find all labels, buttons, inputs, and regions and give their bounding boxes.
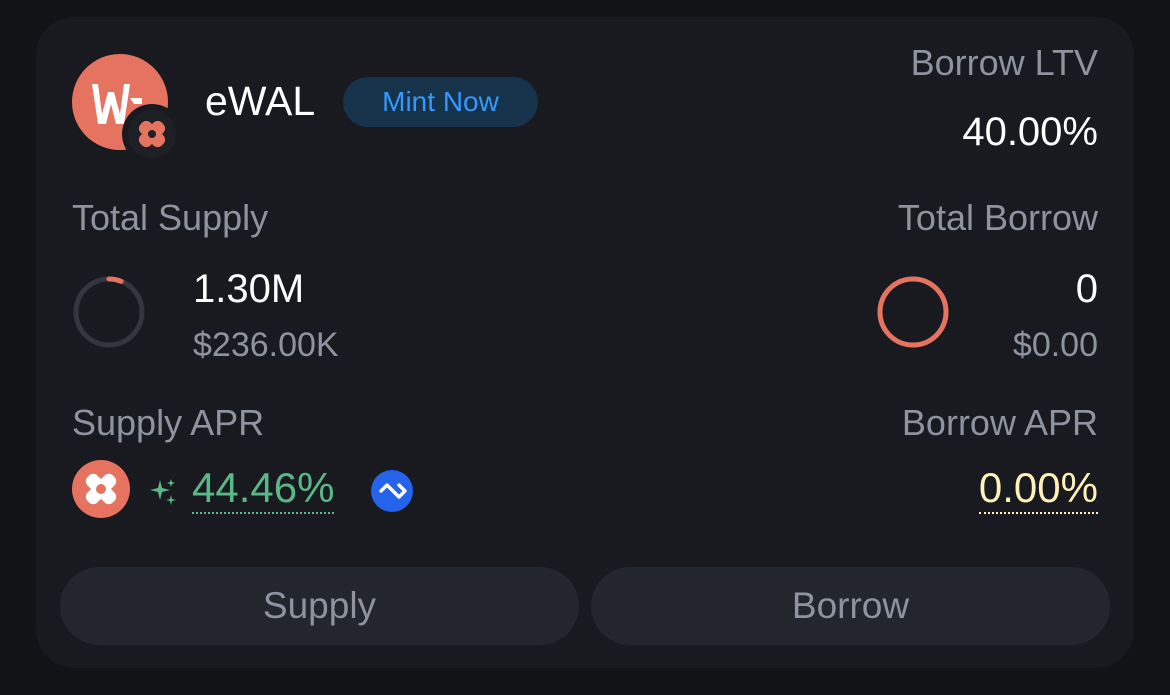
reward-token-icon <box>72 460 130 518</box>
borrow-ltv-value: 40.00% <box>962 110 1098 154</box>
borrow-apr-label: Borrow APR <box>901 402 1098 443</box>
borrow-utilization-ring <box>877 276 949 348</box>
supply-apr-value[interactable]: 44.46% <box>192 464 335 514</box>
market-card: eWAL Mint Now Borrow LTV 40.00% Total Su… <box>36 17 1134 668</box>
asset-name: eWAL <box>205 78 316 124</box>
borrow-apr-value[interactable]: 0.00% <box>978 464 1098 514</box>
ewal-logo-icon <box>72 54 182 164</box>
total-borrow-usd: $0.00 <box>1012 326 1098 364</box>
total-borrow-amount: 0 <box>1075 267 1098 311</box>
swap-link-icon[interactable] <box>370 469 414 513</box>
supply-button[interactable]: Supply <box>60 567 579 645</box>
supply-apr-label: Supply APR <box>72 402 265 443</box>
sparkle-icon <box>150 479 176 505</box>
total-supply-usd: $236.00K <box>193 326 339 364</box>
total-supply-amount: 1.30M <box>193 267 305 311</box>
total-supply-label: Total Supply <box>72 197 269 238</box>
supply-utilization-ring <box>73 276 145 348</box>
borrow-button[interactable]: Borrow <box>591 567 1110 645</box>
total-borrow-label: Total Borrow <box>897 197 1098 238</box>
mint-now-button[interactable]: Mint Now <box>343 77 538 127</box>
borrow-ltv-label: Borrow LTV <box>910 42 1098 83</box>
